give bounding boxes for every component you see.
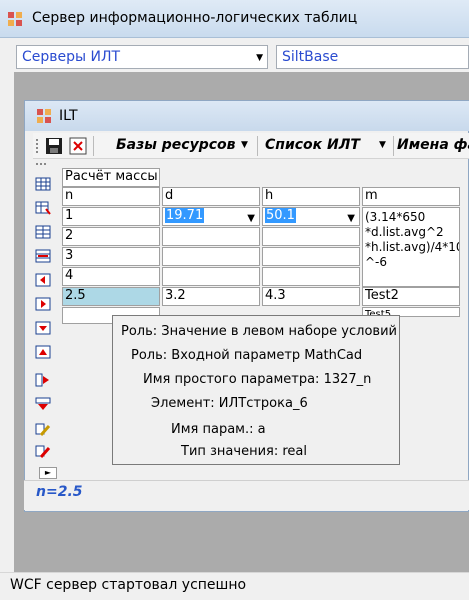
left-toolbar: ►	[25, 161, 57, 491]
insert-row-icon[interactable]	[35, 225, 51, 239]
expression-bar	[24, 480, 469, 510]
tooltip-role-mathcad: Роль: Входной параметр MathCad	[131, 348, 363, 363]
table-cell-d[interactable]: 19.71 ▼	[162, 207, 260, 226]
app-icon	[8, 12, 22, 26]
servers-combo-value: Серверы ИЛТ	[22, 49, 121, 65]
scroll-right-icon[interactable]: ►	[39, 467, 57, 479]
toolbar-grip-icon	[36, 163, 46, 165]
table-cell-m[interactable]: Test2	[362, 287, 460, 306]
chevron-down-icon[interactable]: ▼	[347, 211, 355, 225]
edit-pencil-red-icon[interactable]	[35, 445, 51, 459]
app-titlebar[interactable]: Сервер информационно-логических таблиц	[0, 0, 469, 38]
table-cell-h[interactable]	[262, 227, 360, 246]
ilt-window-title: ILT	[59, 108, 78, 124]
table-cell-d[interactable]	[162, 267, 260, 286]
add-column-icon[interactable]	[35, 177, 51, 191]
arrow-right-icon[interactable]	[35, 373, 51, 387]
cell-value: 50.1	[265, 208, 296, 223]
chevron-down-icon[interactable]: ▼	[247, 211, 255, 225]
chevron-down-icon[interactable]: ▼	[241, 140, 248, 150]
formula-line: (3.14*650	[365, 210, 426, 224]
header-h[interactable]: h	[262, 187, 360, 206]
toolbar: Базы ресурсов ▼ Список ИЛТ ▼ Имена фа	[33, 133, 469, 159]
formula-line: *d.list.avg^2	[365, 225, 444, 239]
move-up-icon[interactable]	[35, 345, 51, 359]
arrow-down-icon[interactable]	[35, 397, 51, 411]
statusbar: WCF сервер стартовал успешно	[0, 572, 469, 600]
delete-row-icon[interactable]	[35, 249, 51, 263]
edit-column-icon[interactable]	[35, 201, 51, 215]
table-cell-h[interactable]	[262, 247, 360, 266]
save-icon[interactable]	[45, 137, 63, 155]
table-cell-h[interactable]	[262, 267, 360, 286]
formula-line: *h.list.avg)/4*10	[365, 240, 460, 254]
tooltip-simple-param: Имя простого параметра: 1327_n	[143, 372, 372, 387]
table-cell-d[interactable]	[162, 247, 260, 266]
table-cell-n-selected[interactable]: 2.5	[62, 287, 160, 306]
resources-dropdown-label[interactable]: Базы ресурсов	[116, 137, 236, 153]
cell-value: 19.71	[165, 208, 205, 223]
header-n[interactable]: n	[62, 187, 160, 206]
table-cell-d[interactable]: 3.2	[162, 287, 260, 306]
table-cell-h[interactable]: 4.3	[262, 287, 360, 306]
base-combo-value: SiltBase	[282, 49, 339, 65]
table-cell-n[interactable]: 4	[62, 267, 160, 286]
tooltip-role-left: Роль: Значение в левом наборе условий	[121, 324, 397, 339]
table-caption[interactable]: Расчёт массы	[62, 168, 160, 187]
edit-pencil-icon[interactable]	[35, 423, 51, 437]
header-m[interactable]: m	[362, 187, 460, 206]
servers-combo[interactable]: Серверы ИЛТ ▼	[16, 45, 268, 69]
window-icon	[37, 109, 51, 123]
delete-icon[interactable]	[69, 137, 87, 155]
cell-tooltip: Роль: Значение в левом наборе условий Ро…	[112, 315, 400, 465]
ilt-list-dropdown-label[interactable]: Список ИЛТ	[265, 137, 360, 153]
current-value-expression: n=2.5	[36, 484, 83, 500]
tooltip-element: Элемент: ИЛТстрока_6	[151, 396, 308, 411]
header-d[interactable]: d	[162, 187, 260, 206]
formula-line: ^-6	[365, 255, 388, 269]
ilt-window-titlebar[interactable]: ILT	[25, 101, 469, 131]
move-down-icon[interactable]	[35, 321, 51, 335]
table-cell-n[interactable]: 1	[62, 207, 160, 226]
move-right-icon[interactable]	[35, 297, 51, 311]
chevron-down-icon: ▼	[256, 53, 263, 63]
toolbar-separator	[393, 136, 394, 156]
move-left-icon[interactable]	[35, 273, 51, 287]
table-cell-d[interactable]	[162, 227, 260, 246]
base-combo[interactable]: SiltBase	[276, 45, 469, 69]
toolbar-separator	[93, 136, 94, 156]
tooltip-value-type: Тип значения: real	[181, 444, 307, 459]
table-cell-n[interactable]: 2	[62, 227, 160, 246]
chevron-down-icon[interactable]: ▼	[379, 140, 386, 150]
app-title: Сервер информационно-логических таблиц	[32, 10, 358, 26]
tooltip-param-name: Имя парам.: a	[171, 422, 266, 437]
toolbar-grip-icon	[36, 139, 38, 153]
table-cell-m-formula[interactable]: (3.14*650 *d.list.avg^2 *h.list.avg)/4*1…	[362, 207, 460, 287]
toolbar-separator	[257, 136, 258, 156]
table-cell-h[interactable]: 50.1 ▼	[262, 207, 360, 226]
table-cell-n[interactable]: 3	[62, 247, 160, 266]
names-dropdown-label[interactable]: Имена фа	[397, 137, 469, 153]
status-text: WCF сервер стартовал успешно	[10, 577, 247, 593]
